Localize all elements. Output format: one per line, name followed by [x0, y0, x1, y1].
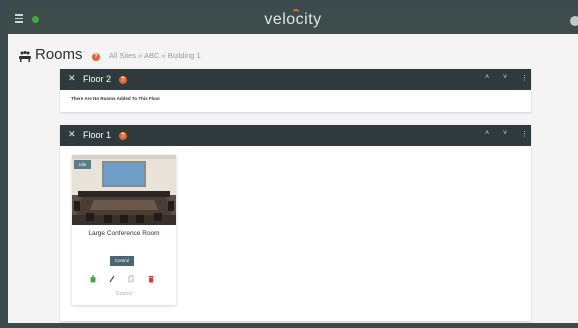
kebab-menu-icon[interactable]: ⋮	[521, 74, 528, 82]
breadcrumb[interactable]: All Sites » ABC » Building 1	[109, 51, 201, 60]
logo-accent-mark	[293, 9, 300, 15]
chevron-up-icon[interactable]: ˄	[485, 130, 489, 137]
copy-icon[interactable]	[128, 275, 134, 283]
floor-panel-floor-2: ✕ Floor 2 ? ˄ ˅ ⋮ There Are No Rooms Add…	[60, 69, 531, 112]
pencil-icon[interactable]	[109, 275, 115, 283]
top-bar: velocity	[8, 8, 578, 34]
export-link[interactable]: Export	[72, 291, 176, 297]
close-icon[interactable]: ✕	[68, 73, 76, 84]
chevron-up-icon[interactable]: ˄	[485, 74, 489, 81]
app-logo: velocity	[8, 9, 578, 29]
floor-panel-header: ✕ Floor 1 ? ˄ ˅ ⋮	[60, 125, 531, 146]
floor-title: Floor 2	[83, 74, 112, 84]
floor-title: Floor 1	[83, 130, 112, 140]
close-icon[interactable]: ✕	[68, 129, 76, 140]
room-card[interactable]: Idle Large Conference Room Control Expor…	[72, 155, 176, 305]
empty-floor-message: There Are No Rooms Added To This Floor	[71, 96, 161, 101]
conference-table-icon	[19, 51, 31, 62]
room-status-badge: Idle	[74, 160, 92, 169]
power-icon[interactable]	[90, 275, 96, 283]
floor-panel-header: ✕ Floor 2 ? ˄ ˅ ⋮	[60, 69, 531, 90]
question-mark-icon[interactable]: ?	[119, 76, 127, 84]
room-name: Large Conference Room	[88, 230, 160, 237]
chevron-down-icon[interactable]: ˅	[503, 74, 507, 81]
question-mark-icon[interactable]: ?	[119, 132, 127, 140]
question-mark-icon[interactable]: ?	[92, 53, 100, 61]
floor-panel-floor-1: ✕ Floor 1 ? ˄ ˅ ⋮ Idle Large Conference …	[60, 125, 531, 321]
page-title: Rooms	[35, 46, 83, 63]
chevron-down-icon[interactable]: ˅	[503, 130, 507, 137]
user-icon[interactable]	[570, 16, 578, 26]
trash-icon[interactable]	[148, 275, 154, 283]
app-window: velocity Rooms ? All Sites » ABC » Build…	[8, 8, 578, 323]
kebab-menu-icon[interactable]: ⋮	[521, 130, 528, 138]
control-button[interactable]: Control	[110, 256, 134, 266]
